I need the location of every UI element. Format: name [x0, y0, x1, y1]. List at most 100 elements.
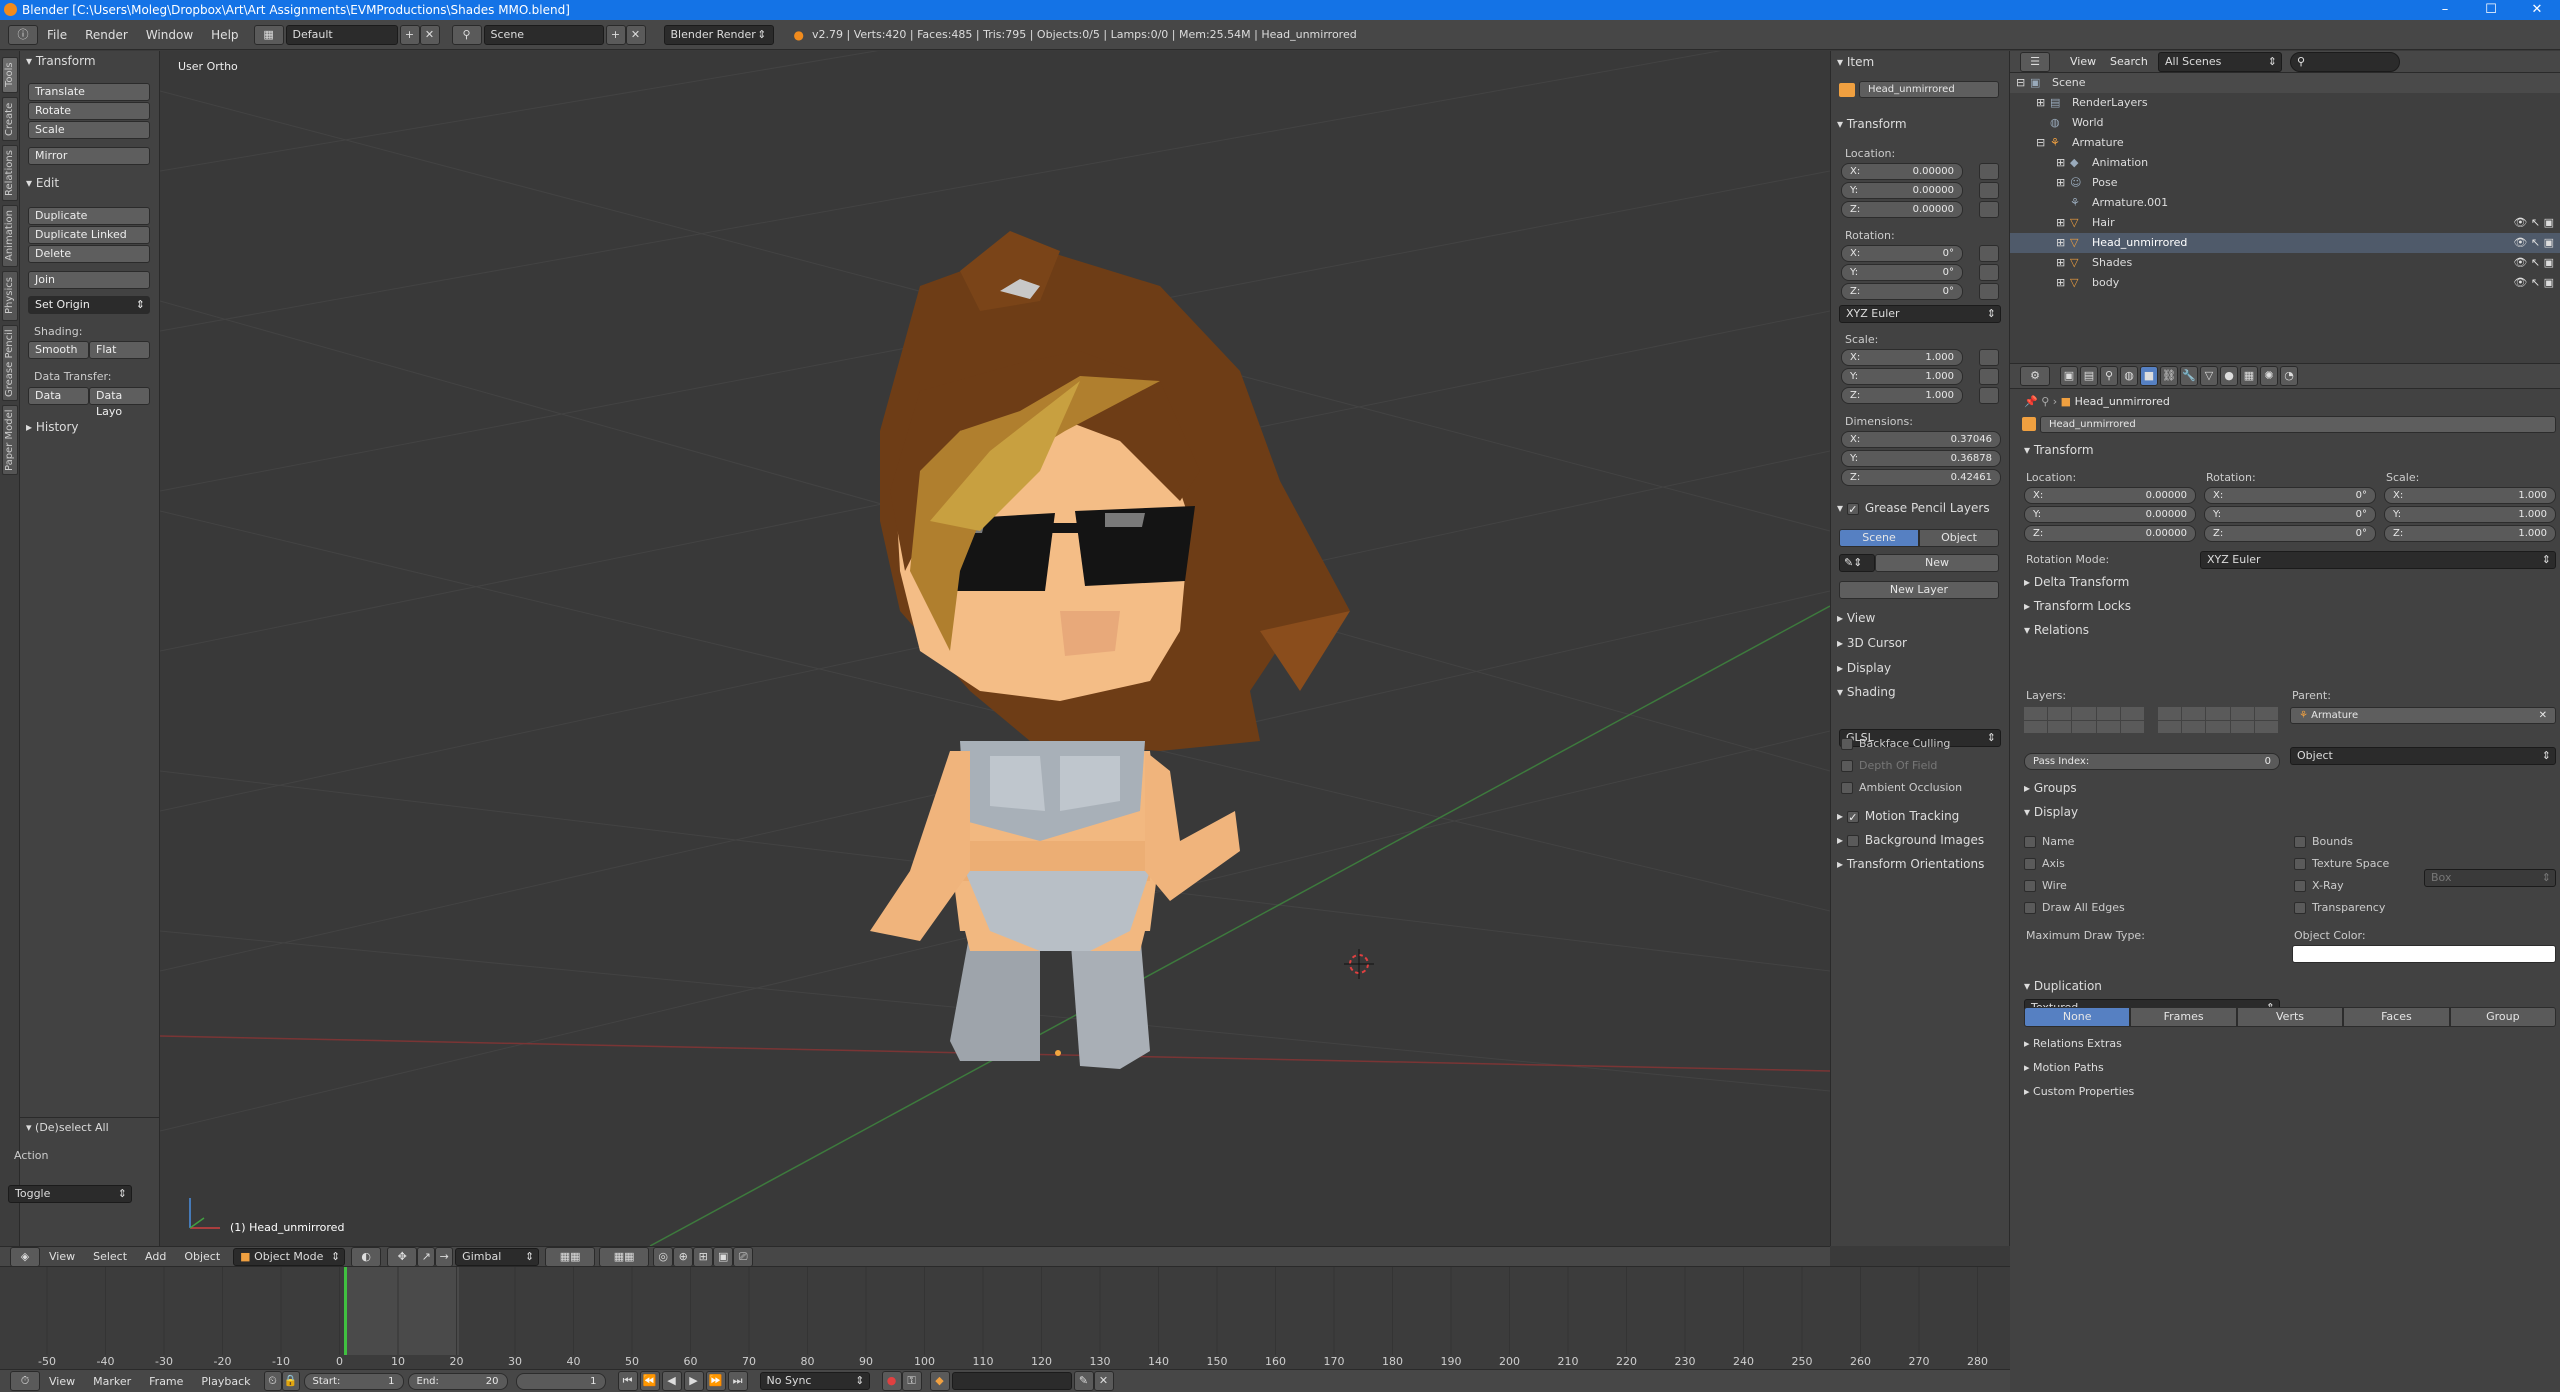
outliner-row-head-unmirrored[interactable]: ⊞ ▽ Head_unmirrored 👁 ↖ ▣ — [2010, 233, 2560, 253]
gp-new-button[interactable]: New — [1875, 554, 1999, 572]
outliner-display-mode-dropdown[interactable]: All Scenes ⇕ — [2158, 52, 2282, 72]
smooth-button[interactable]: Smooth — [28, 341, 89, 359]
outliner-row-body[interactable]: ⊞ ▽ body 👁 ↖ ▣ — [2010, 273, 2560, 293]
outliner-row-animation[interactable]: ⊞ ◆ Animation — [2010, 153, 2560, 173]
minimize-button[interactable]: – — [2422, 0, 2468, 20]
tab-animation[interactable]: Animation — [2, 205, 18, 267]
display-section-header[interactable]: ▾ Display — [2024, 805, 2078, 819]
ambient-occlusion-checkbox[interactable]: Ambient Occlusion — [1841, 781, 1962, 794]
object-name-field[interactable]: Head_unmirrored — [1859, 81, 1999, 98]
snap-target-icon[interactable]: ⊞ — [693, 1246, 714, 1267]
transform-panel-header[interactable]: ▾ Transform — [20, 51, 159, 71]
dimensions-y-field[interactable]: Y: 0.36878 — [1841, 450, 2001, 467]
editor-type-3d-icon[interactable]: ◈ — [10, 1246, 40, 1267]
keyframe-icon[interactable]: ◆ — [929, 1371, 950, 1391]
lock-range-icon[interactable]: 🔒 — [281, 1371, 300, 1391]
viewport-shading-icon[interactable]: ◐ — [351, 1246, 382, 1267]
mode-dropdown[interactable]: ■ Object Mode ⇕ — [233, 1247, 346, 1266]
prev-keyframe-icon[interactable]: ⏪ — [639, 1371, 660, 1391]
add-screen-icon[interactable]: + — [399, 24, 420, 45]
dup-verts-button[interactable]: Verts — [2236, 1007, 2344, 1027]
delete-button[interactable]: Delete — [28, 245, 150, 263]
duplicate-linked-button[interactable]: Duplicate Linked — [28, 226, 150, 244]
action-dropdown[interactable]: Toggle ⇕ — [8, 1185, 132, 1203]
render-preview-icon[interactable]: ▣ — [713, 1246, 734, 1267]
view-panel-header[interactable]: ▸ View — [1837, 611, 1875, 625]
prop-rotation-z-field[interactable]: Z: 0° — [2204, 525, 2376, 542]
tab-paper-model[interactable]: Paper Model — [2, 405, 18, 475]
prop-scale-y-field[interactable]: Y: 1.000 — [2384, 506, 2556, 523]
outliner-menu-view[interactable]: View — [2070, 55, 2096, 68]
camera-icon[interactable]: ⎚ — [733, 1246, 754, 1267]
outliner-row-pose[interactable]: ⊞ ☺ Pose — [2010, 173, 2560, 193]
outliner-menu-search[interactable]: Search — [2110, 55, 2148, 68]
timeline-menu-frame[interactable]: Frame — [140, 1375, 192, 1388]
play-icon[interactable]: ▶ — [683, 1371, 704, 1391]
3d-cursor-icon[interactable] — [1344, 949, 1374, 979]
render-layers-tab-icon[interactable]: ▤ — [2080, 366, 2098, 386]
join-button[interactable]: Join — [28, 271, 150, 289]
gp-data-icon[interactable]: ✎⇕ — [1839, 554, 1875, 572]
lock-rotation-z-icon[interactable] — [1979, 283, 1999, 300]
prop-scale-x-field[interactable]: X: 1.000 — [2384, 487, 2556, 504]
current-frame-field[interactable]: 1 — [515, 1372, 606, 1390]
mirror-button[interactable]: Mirror — [28, 147, 150, 165]
editor-type-info-icon[interactable]: ⓘ — [8, 24, 38, 45]
duplicate-button[interactable]: Duplicate — [28, 207, 150, 225]
3d-viewport[interactable]: User Ortho (1) Head_unmirrored — [160, 51, 1830, 1246]
tab-create[interactable]: Create — [2, 97, 18, 141]
outliner-row-shades[interactable]: ⊞ ▽ Shades 👁 ↖ ▣ — [2010, 253, 2560, 273]
wire-checkbox[interactable]: Wire — [2024, 879, 2067, 892]
jump-start-icon[interactable]: ⏮ — [617, 1371, 638, 1391]
scale-x-field[interactable]: X: 1.000 — [1841, 349, 1963, 366]
menu-object[interactable]: Object — [175, 1250, 229, 1263]
next-keyframe-icon[interactable]: ⏩ — [705, 1371, 726, 1391]
gp-scene-button[interactable]: Scene — [1839, 529, 1919, 547]
lock-location-y-icon[interactable] — [1979, 182, 1999, 199]
delete-keyframe-icon[interactable]: ✕ — [1093, 1371, 1114, 1391]
sync-mode-dropdown[interactable]: No Sync ⇕ — [759, 1372, 870, 1390]
visibility-icons[interactable]: 👁 ↖ ▣ — [2513, 233, 2554, 253]
scene-dropdown[interactable]: Scene — [483, 24, 604, 45]
constraints-tab-icon[interactable]: ⛓ — [2160, 366, 2178, 386]
name-checkbox[interactable]: Name — [2024, 835, 2074, 848]
manipulator-icon[interactable]: ↗ — [417, 1246, 436, 1267]
scale-y-field[interactable]: Y: 1.000 — [1841, 368, 1963, 385]
texture-tab-icon[interactable]: ▦ — [2240, 366, 2258, 386]
start-frame-field[interactable]: Start: 1 — [303, 1372, 404, 1390]
xray-checkbox[interactable]: X-Ray — [2294, 879, 2344, 892]
relations-section-header[interactable]: ▾ Relations — [2024, 623, 2089, 637]
rotate-button[interactable]: Rotate — [28, 102, 150, 120]
world-tab-icon[interactable]: ◍ — [2120, 366, 2138, 386]
end-frame-field[interactable]: End: 20 — [407, 1372, 508, 1390]
dup-none-button[interactable]: None — [2024, 1007, 2131, 1027]
pivot-point-icon[interactable]: ✥ — [387, 1246, 418, 1267]
rotation-z-field[interactable]: Z: 0° — [1841, 283, 1963, 300]
prop-rotation-x-field[interactable]: X: 0° — [2204, 487, 2376, 504]
menu-view[interactable]: View — [40, 1250, 84, 1263]
transparency-checkbox[interactable]: Transparency — [2294, 901, 2385, 914]
menu-render[interactable]: Render — [76, 28, 137, 42]
lock-location-z-icon[interactable] — [1979, 201, 1999, 218]
dimensions-x-field[interactable]: X: 0.37046 — [1841, 431, 2001, 448]
prop-scale-z-field[interactable]: Z: 1.000 — [2384, 525, 2556, 542]
relations-extras-section-header[interactable]: ▸ Relations Extras — [2024, 1037, 2122, 1050]
prop-location-x-field[interactable]: X: 0.00000 — [2024, 487, 2196, 504]
outliner-row-armature-001[interactable]: ⚘ Armature.001 — [2010, 193, 2560, 213]
dimensions-z-field[interactable]: Z: 0.42461 — [1841, 469, 2001, 486]
insert-keyframe-icon[interactable]: ✎ — [1073, 1371, 1094, 1391]
object-tab-icon[interactable]: ■ — [2140, 366, 2158, 386]
keying-set-icon[interactable]: ⚿ — [901, 1371, 922, 1391]
draw-all-edges-checkbox[interactable]: Draw All Edges — [2024, 901, 2125, 914]
record-icon[interactable]: ● — [881, 1371, 902, 1391]
scene-tab-icon[interactable]: ⚲ — [2100, 366, 2118, 386]
lock-location-x-icon[interactable] — [1979, 163, 1999, 180]
location-z-field[interactable]: Z: 0.00000 — [1841, 201, 1963, 218]
render-engine-dropdown[interactable]: Blender Render ⇕ — [663, 24, 774, 45]
axis-checkbox[interactable]: Axis — [2024, 857, 2065, 870]
lock-scale-x-icon[interactable] — [1979, 349, 1999, 366]
lock-scale-z-icon[interactable] — [1979, 387, 1999, 404]
transform-orientations-panel-header[interactable]: ▸ Transform Orientations — [1837, 857, 1984, 871]
operator-panel-header[interactable]: ▾ (De)select All — [20, 1118, 109, 1138]
bounds-checkbox[interactable]: Bounds — [2294, 835, 2353, 848]
